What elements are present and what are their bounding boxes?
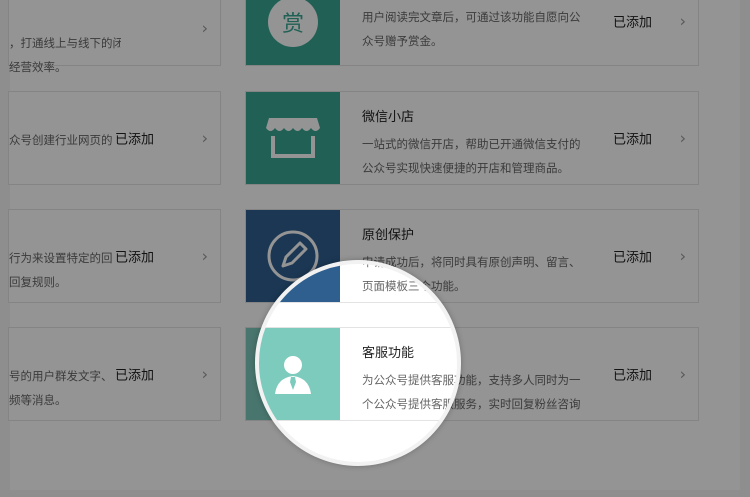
plugin-desc: 号的用户群发文字、 频等消息。 [9,369,113,407]
plugin-desc: 众号创建行业网页的 [9,133,113,147]
plugin-desc: 申请成功后，将同时具有原创声明、留言、 页面模板三个功能。 [362,255,581,293]
plugin-card-wechat-shop[interactable]: 微信小店 一站式的微信开店，帮助已开通微信支付的 公众号实现快速便捷的开店和管理… [245,91,699,185]
shop-icon [266,118,320,158]
plugin-card-customer-service[interactable]: 客服功能 为公众号提供客服功能，支持多人同时为一 个公众号提供客服服务，实时回复… [245,327,699,421]
plugin-desc: 行为来设置特定的回 回复规则。 [9,251,113,289]
status-added: 已添加 [114,368,154,384]
reward-thumb: 赏 [246,0,340,65]
chevron-right-icon: › [201,364,208,384]
plugin-desc: 用户阅读完文章后，可通过该功能自愿向公 众号赠予赏金。 [362,10,581,48]
plugin-card-reward[interactable]: 赏 用户阅读完文章后，可通过该功能自愿向公 众号赠予赏金。 已添加 › [245,0,699,66]
page-background: ，打通线上与线下的闭 经营效率。 › 众号创建行业网页的 已添加 › 行为来设置… [0,0,750,497]
plugin-name: 客服功能 [362,346,415,361]
plugin-list-panel: ，打通线上与线下的闭 经营效率。 › 众号创建行业网页的 已添加 › 行为来设置… [8,0,740,490]
plugin-card-left-3[interactable]: 行为来设置特定的回 回复规则。 已添加 › [8,209,221,303]
plugin-name: 原创保护 [362,228,415,243]
plugin-card-left-2[interactable]: 众号创建行业网页的 已添加 › [8,91,221,185]
plugin-desc: 一站式的微信开店，帮助已开通微信支付的 公众号实现快速便捷的开店和管理商品。 [362,137,581,175]
status-added: 已添加 [114,250,154,266]
reward-icon: 赏 [268,0,318,47]
shop-thumb [246,92,340,184]
chevron-right-icon: › [679,11,686,31]
status-added: 已添加 [612,250,652,266]
original-thumb [246,210,340,302]
plugin-desc: 为公众号提供客服功能，支持多人同时为一 个公众号提供客服服务，实时回复粉丝咨询 [362,373,581,411]
plugin-card-left-1[interactable]: ，打通线上与线下的闭 经营效率。 › [8,0,221,74]
status-added: 已添加 [114,132,154,148]
plugin-name: 微信小店 [362,110,415,125]
plugin-card-left-4[interactable]: 号的用户群发文字、 频等消息。 已添加 › [8,327,221,421]
chevron-right-icon: › [679,246,686,266]
chevron-right-icon: › [679,128,686,148]
chevron-right-icon: › [201,18,208,38]
pencil-icon [267,230,319,282]
customer-service-icon [275,356,311,394]
chevron-right-icon: › [201,246,208,266]
plugin-card-original-protection[interactable]: 原创保护 申请成功后，将同时具有原创声明、留言、 页面模板三个功能。 已添加 › [245,209,699,303]
customer-service-thumb [246,328,340,420]
plugin-desc: ，打通线上与线下的闭 经营效率。 [9,36,121,74]
chevron-right-icon: › [679,364,686,384]
status-added: 已添加 [612,368,652,384]
chevron-right-icon: › [201,128,208,148]
status-added: 已添加 [612,15,652,31]
status-added: 已添加 [612,132,652,148]
